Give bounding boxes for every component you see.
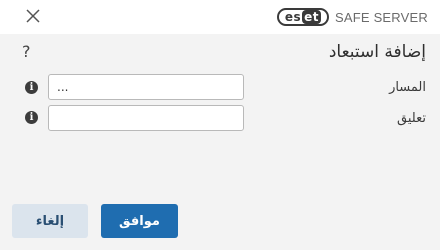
- path-label: المسار: [389, 80, 426, 95]
- path-input[interactable]: [48, 74, 244, 100]
- cancel-button[interactable]: إلغاء: [12, 204, 88, 238]
- brand: es et SAFE SERVER: [276, 8, 428, 26]
- close-icon[interactable]: [24, 7, 42, 25]
- title-bar: es et SAFE SERVER: [0, 0, 440, 34]
- help-icon[interactable]: ?: [22, 42, 31, 61]
- dialog-title: إضافة استبعاد: [328, 42, 426, 62]
- comment-label: تعليق: [397, 111, 426, 126]
- comment-input[interactable]: [48, 105, 244, 131]
- comment-info-icon[interactable]: i: [25, 111, 38, 124]
- path-info-icon[interactable]: i: [25, 81, 38, 94]
- eset-logo: es et: [276, 8, 329, 26]
- ok-button[interactable]: موافق: [101, 204, 178, 238]
- product-name: SAFE SERVER: [335, 9, 428, 25]
